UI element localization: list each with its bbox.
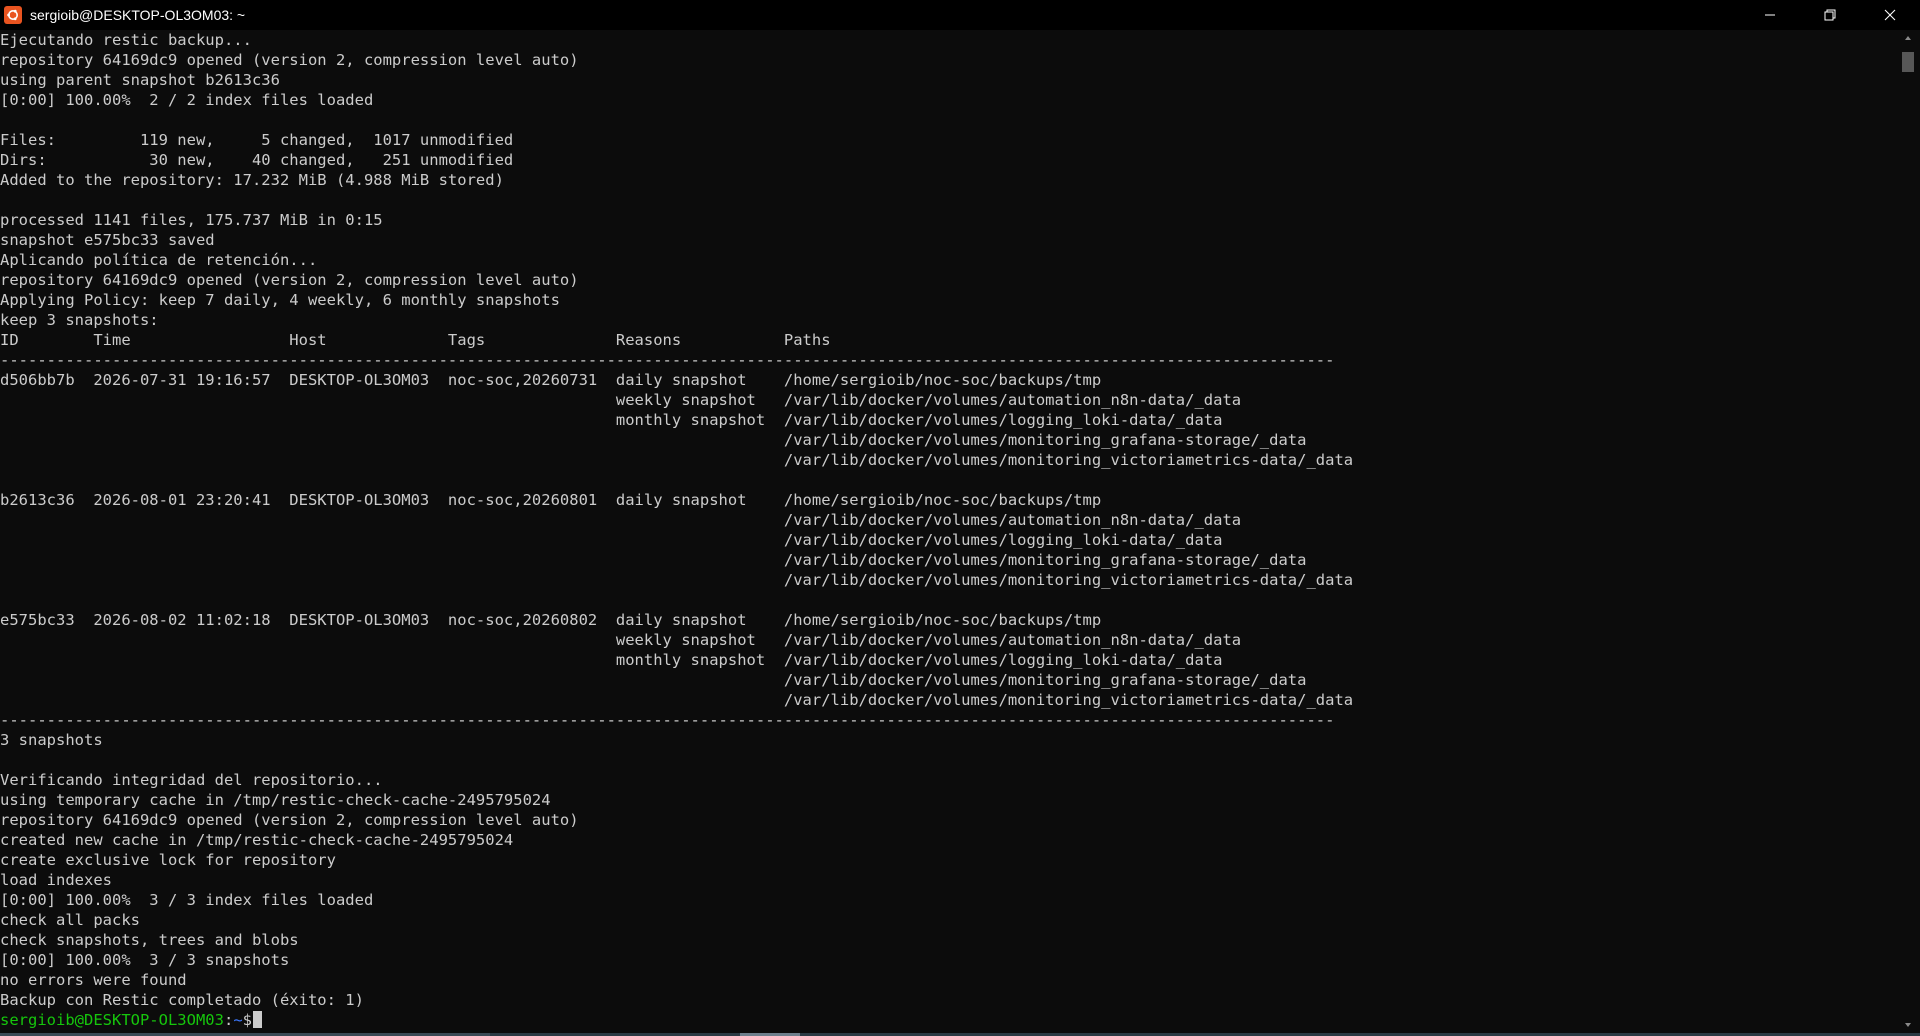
terminal-line: Backup con Restic completado (éxito: 1) bbox=[0, 991, 364, 1009]
terminal-line: processed 1141 files, 175.737 MiB in 0:1… bbox=[0, 211, 383, 229]
terminal-line: Files: 119 new, 5 changed, 1017 unmodifi… bbox=[0, 131, 514, 149]
terminal-line: /var/lib/docker/volumes/automation_n8n-d… bbox=[0, 511, 1242, 529]
terminal-line: using parent snapshot b2613c36 bbox=[0, 71, 280, 89]
terminal-line: b2613c36 2026-08-01 23:20:41 DESKTOP-OL3… bbox=[0, 491, 1102, 509]
terminal-output[interactable]: Ejecutando restic backup... repository 64… bbox=[0, 30, 1896, 1033]
terminal-line: Verificando integridad del repositorio..… bbox=[0, 771, 383, 789]
terminal-line: ----------------------------------------… bbox=[0, 351, 1335, 369]
terminal-line: check snapshots, trees and blobs bbox=[0, 931, 299, 949]
scroll-down-arrow-icon[interactable] bbox=[1896, 1017, 1920, 1033]
terminal-line: Applying Policy: keep 7 daily, 4 weekly,… bbox=[0, 291, 560, 309]
restore-icon bbox=[1824, 9, 1836, 21]
terminal-line: /var/lib/docker/volumes/monitoring_victo… bbox=[0, 691, 1354, 709]
close-button[interactable] bbox=[1860, 0, 1920, 30]
terminal-line: snapshot e575bc33 saved bbox=[0, 231, 215, 249]
text-cursor bbox=[253, 1011, 262, 1028]
terminal-line: /var/lib/docker/volumes/logging_loki-dat… bbox=[0, 531, 1223, 549]
close-icon bbox=[1884, 9, 1896, 21]
terminal-line: created new cache in /tmp/restic-check-c… bbox=[0, 831, 514, 849]
terminal-line: /var/lib/docker/volumes/monitoring_grafa… bbox=[0, 551, 1307, 569]
minimize-button[interactable] bbox=[1740, 0, 1800, 30]
terminal-line: create exclusive lock for repository bbox=[0, 851, 336, 869]
minimize-icon bbox=[1765, 14, 1775, 16]
terminal-line: [0:00] 100.00% 3 / 3 snapshots bbox=[0, 951, 290, 969]
restore-button[interactable] bbox=[1800, 0, 1860, 30]
terminal-line: Aplicando política de retención... bbox=[0, 251, 318, 269]
terminal-line: check all packs bbox=[0, 911, 140, 929]
terminal-line: /var/lib/docker/volumes/monitoring_grafa… bbox=[0, 431, 1307, 449]
terminal-line: repository 64169dc9 opened (version 2, c… bbox=[0, 271, 579, 289]
prompt-sign: $ bbox=[242, 1011, 252, 1029]
terminal-line: [0:00] 100.00% 3 / 3 index files loaded bbox=[0, 891, 374, 909]
terminal-line: Added to the repository: 17.232 MiB (4.9… bbox=[0, 171, 504, 189]
shell-prompt[interactable]: sergioib@DESKTOP-OL3OM03:~$ bbox=[0, 1010, 1896, 1030]
terminal-line: e575bc33 2026-08-02 11:02:18 DESKTOP-OL3… bbox=[0, 611, 1102, 629]
ubuntu-terminal-icon bbox=[4, 6, 22, 24]
terminal-line: no errors were found bbox=[0, 971, 187, 989]
terminal-line: [0:00] 100.00% 2 / 2 index files loaded bbox=[0, 91, 374, 109]
title-bar[interactable]: sergioib@DESKTOP-OL3OM03: ~ bbox=[0, 0, 1920, 30]
scrollbar-thumb[interactable] bbox=[1902, 52, 1914, 72]
terminal-line: Ejecutando restic backup... bbox=[0, 31, 252, 49]
terminal-window: sergioib@DESKTOP-OL3OM03: ~ Ejecutando r… bbox=[0, 0, 1920, 1036]
terminal-line: /var/lib/docker/volumes/monitoring_victo… bbox=[0, 571, 1354, 589]
terminal-line: load indexes bbox=[0, 871, 112, 889]
terminal-line: Dirs: 30 new, 40 changed, 251 unmodified bbox=[0, 151, 514, 169]
terminal-line: ID Time Host Tags Reasons Paths bbox=[0, 331, 831, 349]
terminal-line: d506bb7b 2026-07-31 19:16:57 DESKTOP-OL3… bbox=[0, 371, 1102, 389]
window-title: sergioib@DESKTOP-OL3OM03: ~ bbox=[30, 7, 246, 23]
prompt-path: ~ bbox=[233, 1011, 243, 1029]
terminal-line: /var/lib/docker/volumes/monitoring_victo… bbox=[0, 451, 1354, 469]
terminal-line: repository 64169dc9 opened (version 2, c… bbox=[0, 51, 579, 69]
window-controls bbox=[1740, 0, 1920, 30]
terminal-line: 3 snapshots bbox=[0, 731, 103, 749]
scroll-up-arrow-icon[interactable] bbox=[1896, 30, 1920, 46]
terminal-line: /var/lib/docker/volumes/monitoring_grafa… bbox=[0, 671, 1307, 689]
terminal-line: weekly snapshot /var/lib/docker/volumes/… bbox=[0, 391, 1242, 409]
terminal-line: monthly snapshot /var/lib/docker/volumes… bbox=[0, 411, 1223, 429]
prompt-user-host: sergioib@DESKTOP-OL3OM03 bbox=[0, 1011, 224, 1029]
terminal-line: keep 3 snapshots: bbox=[0, 311, 159, 329]
prompt-separator: : bbox=[223, 1011, 234, 1029]
terminal-line: repository 64169dc9 opened (version 2, c… bbox=[0, 811, 579, 829]
terminal-line: weekly snapshot /var/lib/docker/volumes/… bbox=[0, 631, 1242, 649]
terminal-line: monthly snapshot /var/lib/docker/volumes… bbox=[0, 651, 1223, 669]
terminal-line: using temporary cache in /tmp/restic-che… bbox=[0, 791, 551, 809]
terminal-line: ----------------------------------------… bbox=[0, 711, 1335, 729]
vertical-scrollbar[interactable] bbox=[1896, 30, 1920, 1033]
terminal-lines: Ejecutando restic backup... repository 64… bbox=[0, 30, 1896, 1010]
